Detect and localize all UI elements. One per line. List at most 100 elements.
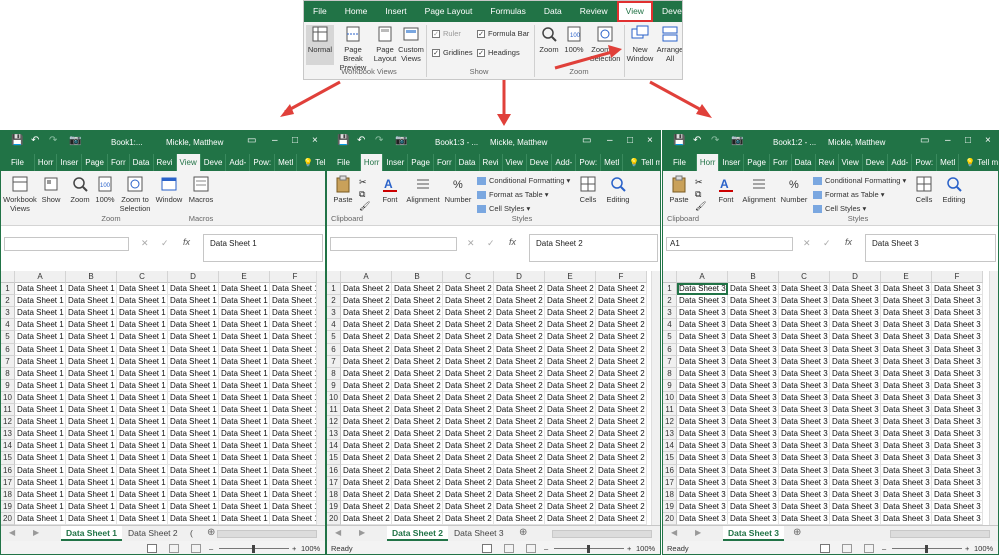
table-cell[interactable]: Data Sheet 1 (66, 404, 117, 417)
cells-button[interactable]: Cells (575, 175, 601, 204)
table-cell[interactable]: Data Sheet 3 (779, 295, 830, 308)
table-cell[interactable]: Data Sheet 2 (443, 319, 494, 332)
maximize-icon[interactable]: □ (965, 135, 971, 146)
row-header[interactable]: 5 (663, 331, 677, 344)
table-cell[interactable]: Data Sheet 3 (779, 355, 830, 368)
table-cell[interactable]: Data Sheet 1 (168, 319, 219, 332)
table-cell[interactable]: Data Sheet 1 (168, 343, 219, 356)
table-cell[interactable]: Data Sheet 1 (168, 355, 219, 368)
copy-icon[interactable]: ⧉ (359, 189, 365, 200)
row-header[interactable]: 18 (327, 488, 341, 501)
table-cell[interactable]: Data Sheet 3 (881, 404, 932, 417)
row-header[interactable]: 10 (327, 391, 341, 405)
table-cell[interactable]: Data Sheet 1 (219, 367, 270, 380)
tab-metl[interactable]: Metl (601, 154, 624, 171)
tab-add[interactable]: Add- (888, 154, 913, 171)
table-cell[interactable]: Data Sheet 2 (443, 476, 494, 489)
table-cell[interactable]: Data Sheet 1 (15, 488, 66, 501)
table-cell[interactable]: Data Sheet 3 (728, 343, 779, 356)
row-header[interactable]: 13 (327, 428, 341, 441)
table-cell[interactable]: Data Sheet 1 (168, 416, 219, 429)
table-cell[interactable]: Data Sheet 3 (779, 367, 830, 380)
normal-view-icon[interactable] (820, 544, 830, 553)
table-cell[interactable]: Data Sheet 1 (168, 452, 219, 465)
table-cell[interactable]: Data Sheet 3 (932, 404, 983, 417)
table-cell[interactable]: Data Sheet 2 (494, 440, 545, 453)
table-cell[interactable]: Data Sheet 2 (596, 379, 647, 392)
alignment-button[interactable]: Alignment (404, 175, 442, 204)
copy-icon[interactable]: ⧉ (695, 189, 701, 200)
tab-metl[interactable]: Metl (275, 154, 298, 171)
row-header[interactable]: 7 (1, 355, 15, 368)
table-cell[interactable]: Data Sheet 1 (270, 295, 321, 308)
format-as-table-button[interactable]: Format as Table ▾ (477, 190, 549, 200)
row-header[interactable]: 19 (663, 500, 677, 513)
table-cell[interactable]: Data Sheet 3 (677, 331, 728, 344)
column-header[interactable]: A (341, 271, 392, 283)
table-cell[interactable]: Data Sheet 3 (932, 464, 983, 477)
table-cell[interactable]: Data Sheet 2 (443, 367, 494, 380)
table-cell[interactable]: Data Sheet 2 (443, 416, 494, 429)
conditional-formatting-button[interactable]: Conditional Formatting ▾ (477, 176, 570, 186)
column-header[interactable]: D (830, 271, 881, 283)
table-cell[interactable]: Data Sheet 2 (494, 367, 545, 380)
cell-styles-button[interactable]: Cell Styles ▾ (477, 204, 530, 214)
table-cell[interactable]: Data Sheet 1 (15, 283, 66, 296)
table-cell[interactable]: Data Sheet 3 (779, 343, 830, 356)
table-cell[interactable]: Data Sheet 1 (117, 391, 168, 405)
table-cell[interactable]: Data Sheet 3 (830, 343, 881, 356)
select-all-corner[interactable] (1, 271, 15, 283)
row-header[interactable]: 4 (663, 319, 677, 332)
row-header[interactable]: 11 (1, 404, 15, 417)
table-cell[interactable]: Data Sheet 3 (881, 367, 932, 380)
row-header[interactable]: 14 (1, 440, 15, 453)
table-cell[interactable]: Data Sheet 1 (219, 391, 270, 405)
row-header[interactable]: 20 (663, 512, 677, 525)
table-cell[interactable]: Data Sheet 2 (545, 404, 596, 417)
table-cell[interactable]: Data Sheet 2 (392, 452, 443, 465)
table-cell[interactable]: Data Sheet 2 (596, 512, 647, 525)
tab-add[interactable]: Add- (552, 154, 577, 171)
ribbon-options-icon[interactable]: ▭ (247, 135, 256, 146)
undo-icon[interactable]: ↶ (693, 135, 701, 146)
table-cell[interactable]: Data Sheet 3 (677, 440, 728, 453)
table-cell[interactable]: Data Sheet 2 (494, 416, 545, 429)
tab-deve[interactable]: Deve (527, 154, 553, 171)
table-cell[interactable]: Data Sheet 1 (219, 440, 270, 453)
font-button[interactable]: A Font (713, 175, 739, 204)
table-cell[interactable]: Data Sheet 2 (341, 367, 392, 380)
table-cell[interactable]: Data Sheet 1 (117, 512, 168, 525)
column-header[interactable]: F (596, 271, 647, 283)
table-cell[interactable]: Data Sheet 2 (341, 416, 392, 429)
tab-revi[interactable]: Revi (154, 154, 177, 171)
table-cell[interactable]: Data Sheet 3 (677, 283, 728, 296)
horizontal-scrollbar[interactable] (217, 530, 317, 538)
table-cell[interactable]: Data Sheet 1 (66, 500, 117, 513)
tab-forr[interactable]: Forr (770, 154, 792, 171)
cells-button[interactable]: Cells (911, 175, 937, 204)
table-cell[interactable]: Data Sheet 1 (15, 295, 66, 308)
table-cell[interactable]: Data Sheet 3 (830, 404, 881, 417)
table-cell[interactable]: Data Sheet 1 (117, 500, 168, 513)
table-cell[interactable]: Data Sheet 1 (168, 488, 219, 501)
column-header[interactable]: F (932, 271, 983, 283)
table-cell[interactable]: Data Sheet 2 (494, 428, 545, 441)
table-cell[interactable]: Data Sheet 2 (596, 367, 647, 380)
table-cell[interactable]: Data Sheet 3 (932, 391, 983, 405)
table-cell[interactable]: Data Sheet 3 (779, 476, 830, 489)
tab-inser[interactable]: Inser (719, 154, 745, 171)
name-box[interactable] (330, 237, 457, 251)
table-cell[interactable]: Data Sheet 2 (494, 512, 545, 525)
table-cell[interactable]: Data Sheet 3 (830, 295, 881, 308)
table-cell[interactable]: Data Sheet 1 (15, 319, 66, 332)
table-cell[interactable]: Data Sheet 3 (728, 440, 779, 453)
table-cell[interactable]: Data Sheet 1 (66, 391, 117, 405)
insert-function-icon[interactable]: fx (509, 237, 516, 247)
number-button[interactable]: % Number (443, 175, 473, 204)
table-cell[interactable]: Data Sheet 1 (270, 488, 321, 501)
table-cell[interactable]: Data Sheet 3 (881, 295, 932, 308)
table-cell[interactable]: Data Sheet 1 (15, 379, 66, 392)
font-button[interactable]: A Font (377, 175, 403, 204)
table-cell[interactable]: Data Sheet 1 (219, 416, 270, 429)
table-cell[interactable]: Data Sheet 3 (932, 512, 983, 525)
